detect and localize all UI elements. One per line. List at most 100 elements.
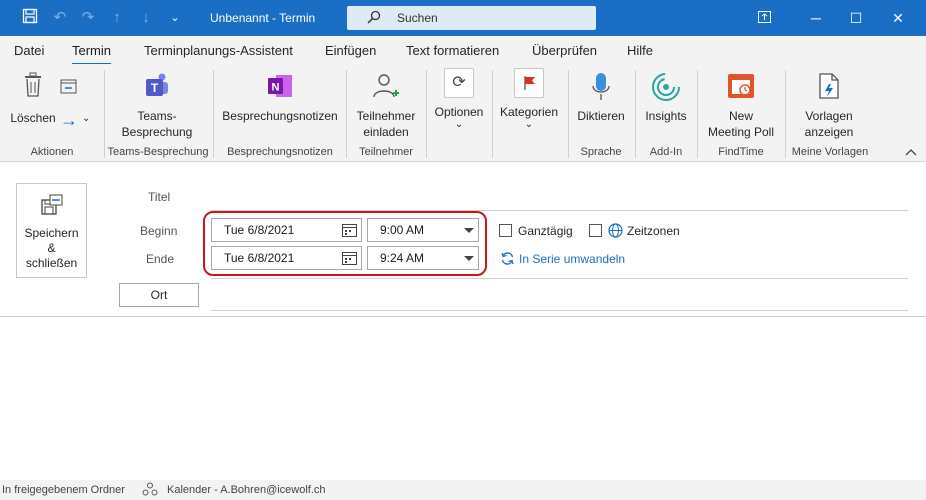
end-date-field[interactable]: Tue 6/8/2021: [211, 246, 362, 270]
insights-button[interactable]: Insights: [639, 72, 693, 124]
view-templates-label: Vorlagen anzeigen: [804, 109, 854, 139]
tab-datei[interactable]: Datei: [14, 43, 44, 58]
delete-button[interactable]: Löschen: [8, 72, 58, 126]
save-icon[interactable]: [20, 8, 40, 28]
title-label: Titel: [148, 190, 171, 204]
group-label-notes: Besprechungsnotizen: [227, 146, 333, 158]
insights-icon: [652, 73, 680, 101]
svg-text:T: T: [151, 81, 159, 95]
calendar-owner-text: Kalender - A.Bohren@icewolf.ch: [167, 484, 326, 496]
end-time-field[interactable]: 9:24 AM: [367, 246, 479, 270]
options-button[interactable]: ⟳ Optionen ⌄: [430, 68, 488, 130]
group-label-templates: Meine Vorlagen: [791, 146, 869, 158]
calendar-forward-icon[interactable]: [60, 78, 78, 97]
menu-tabs: Datei Termin Terminplanungs-Assistent Ei…: [0, 36, 926, 65]
timezones-checkbox[interactable]: [589, 224, 602, 237]
calendar-icon[interactable]: [342, 223, 357, 237]
redo-icon[interactable]: ↷: [78, 8, 98, 28]
recurrence-icon[interactable]: [500, 251, 515, 266]
ribbon-separator: [492, 70, 493, 158]
forward-dropdown-icon[interactable]: ⌄: [82, 113, 90, 124]
templates-icon: [819, 73, 839, 99]
ribbon-separator: [426, 70, 427, 158]
forward-arrow-icon[interactable]: →: [60, 110, 78, 131]
dictate-button[interactable]: Diktieren: [572, 72, 630, 124]
start-time-field[interactable]: 9:00 AM: [367, 218, 479, 242]
start-date-value: Tue 6/8/2021: [224, 223, 295, 237]
ribbon-display-options-icon[interactable]: [754, 8, 774, 28]
shared-folder-text: In freigegebenem Ordner: [2, 484, 125, 496]
insights-label: Insights: [645, 109, 687, 123]
make-recurring-link[interactable]: In Serie umwandeln: [519, 252, 625, 266]
save-close-icon: [40, 194, 62, 215]
close-icon[interactable]: ✕: [888, 8, 908, 28]
arrow-up-icon[interactable]: ↑: [107, 8, 127, 28]
arrow-down-icon[interactable]: ↓: [136, 8, 156, 28]
status-bar: In freigegebenem Ordner Kalender - A.Boh…: [0, 480, 926, 500]
options-label: Optionen: [434, 105, 484, 119]
end-date-value: Tue 6/8/2021: [224, 251, 295, 265]
end-time-dropdown-icon[interactable]: [464, 256, 474, 261]
categories-label: Kategorien: [499, 105, 559, 119]
start-time-value: 9:00 AM: [380, 223, 425, 237]
ribbon-separator: [785, 70, 786, 158]
ribbon-separator: [213, 70, 214, 158]
start-time-dropdown-icon[interactable]: [464, 228, 474, 233]
tab-einfuegen[interactable]: Einfügen: [325, 43, 376, 58]
window-title: Unbenannt - Termin: [210, 11, 316, 25]
location-button[interactable]: Ort: [119, 283, 199, 307]
view-templates-button[interactable]: Vorlagen anzeigen: [790, 72, 868, 140]
microphone-icon: [592, 73, 610, 100]
undo-icon[interactable]: ↶: [50, 8, 70, 28]
maximize-icon[interactable]: ☐: [846, 8, 866, 28]
teams-meeting-button[interactable]: T Teams- Besprechung: [110, 72, 204, 140]
save-and-close-label: Speichern & schließen: [24, 226, 79, 270]
ribbon: Löschen → ⌄ Aktionen T Teams- Besprechun…: [0, 64, 926, 162]
search-box[interactable]: Suchen: [347, 6, 596, 30]
invite-attendees-label: Teilnehmer einladen: [356, 109, 416, 139]
invite-attendees-button[interactable]: Teilnehmer einladen: [350, 72, 422, 140]
group-label-findtime: FindTime: [718, 146, 764, 158]
group-label-teams: Teams-Besprechung: [107, 146, 209, 158]
options-dropdown-icon: ⌄: [454, 119, 464, 130]
message-body[interactable]: [0, 318, 926, 478]
allday-checkbox[interactable]: [499, 224, 512, 237]
search-placeholder: Suchen: [397, 11, 438, 25]
meeting-notes-button[interactable]: N Besprechungsnotizen: [218, 72, 342, 124]
tab-hilfe[interactable]: Hilfe: [627, 43, 653, 58]
tab-text-formatieren[interactable]: Text formatieren: [406, 43, 499, 58]
group-label-speech: Sprache: [580, 146, 622, 158]
teams-icon: T: [146, 73, 168, 96]
svg-text:N: N: [272, 82, 280, 94]
ribbon-separator: [104, 70, 105, 158]
tab-ueberpruefen[interactable]: Überprüfen: [532, 43, 597, 58]
globe-icon: [608, 223, 623, 238]
location-input-underline[interactable]: [211, 310, 908, 311]
tab-termin[interactable]: Termin: [72, 43, 112, 65]
body-divider: [0, 316, 926, 317]
categories-dropdown-icon: ⌄: [524, 119, 534, 130]
new-meeting-poll-button[interactable]: New Meeting Poll: [701, 72, 781, 140]
allday-label: Ganztägig: [518, 224, 573, 238]
delete-label: Löschen: [10, 111, 56, 125]
recurrence-options-icon: ⟳: [444, 68, 474, 98]
findtime-icon: [728, 74, 754, 98]
search-icon: [367, 10, 381, 24]
save-and-close-button[interactable]: Speichern & schließen: [16, 183, 87, 278]
categories-button[interactable]: Kategorien ⌄: [496, 68, 562, 130]
ribbon-separator: [568, 70, 569, 158]
end-time-value: 9:24 AM: [380, 251, 425, 265]
minimize-icon[interactable]: ─: [806, 8, 826, 28]
tab-terminplanungs-assistent[interactable]: Terminplanungs-Assistent: [144, 43, 293, 58]
customize-toolbar-icon[interactable]: ⌄: [165, 8, 185, 28]
onenote-icon: N: [268, 75, 292, 97]
collapse-ribbon-icon[interactable]: [904, 146, 918, 158]
ribbon-separator: [346, 70, 347, 158]
dictate-label: Diktieren: [577, 109, 625, 123]
calendar-icon[interactable]: [342, 251, 357, 265]
teams-meeting-label: Teams- Besprechung: [121, 109, 193, 139]
start-date-field[interactable]: Tue 6/8/2021: [211, 218, 362, 242]
group-label-addin: Add-In: [649, 146, 683, 158]
shared-users-icon: [142, 482, 158, 496]
group-label-attendees: Teilnehmer: [359, 146, 413, 158]
